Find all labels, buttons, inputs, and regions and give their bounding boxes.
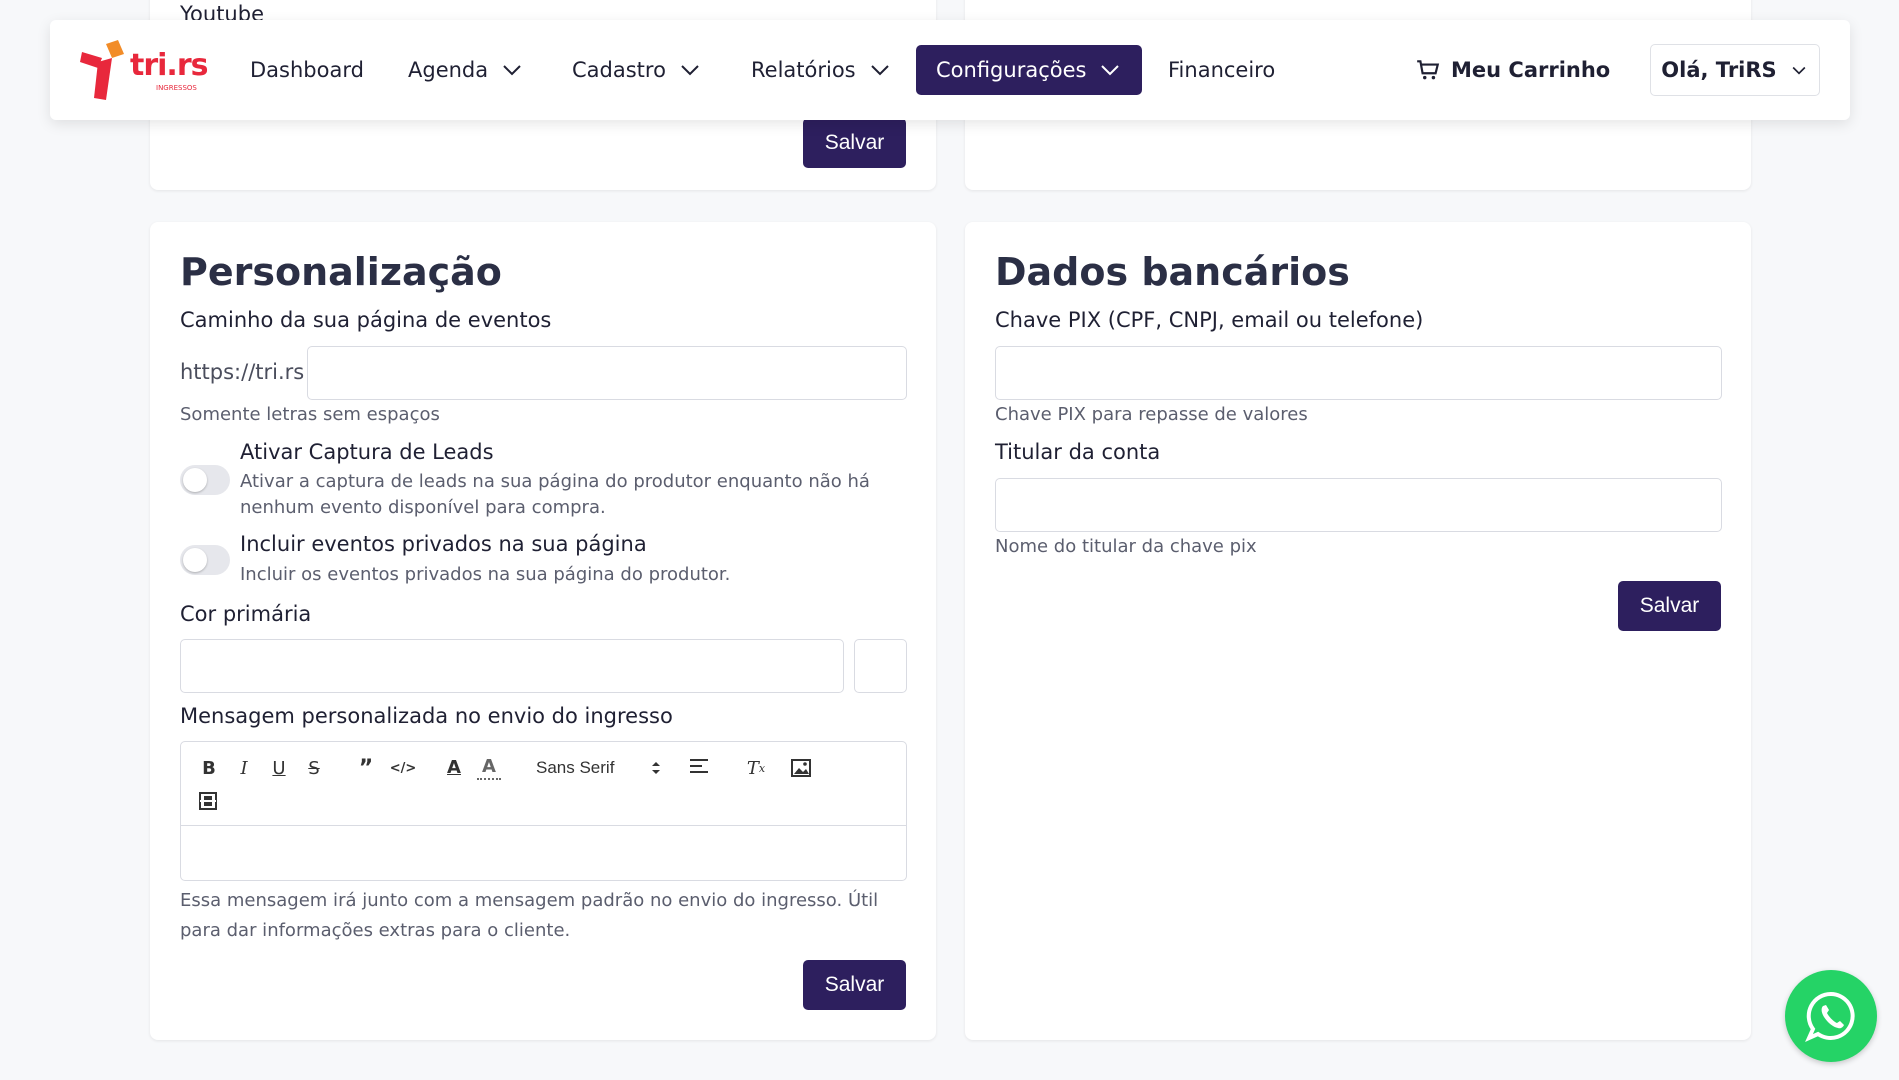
holder-input[interactable] xyxy=(995,478,1722,532)
path-input[interactable] xyxy=(307,346,907,400)
bold-icon[interactable]: B xyxy=(197,756,221,780)
holder-help: Nome do titular da chave pix xyxy=(995,536,1257,557)
pix-help: Chave PIX para repasse de valores xyxy=(995,404,1308,425)
nav-financeiro-label: Financeiro xyxy=(1168,58,1276,82)
whatsapp-icon xyxy=(1805,991,1855,1042)
brand-mark-icon xyxy=(80,40,124,100)
brand-logo[interactable]: tri.rs INGRESSOS xyxy=(78,40,208,100)
cart-link[interactable]: Meu Carrinho xyxy=(1415,45,1610,95)
message-editor: B I U S ” </> A A Sans Serif Tx xyxy=(180,741,907,881)
pix-input[interactable] xyxy=(995,346,1722,400)
nav-cadastro-label: Cadastro xyxy=(572,58,666,82)
font-select[interactable]: Sans Serif xyxy=(536,756,662,780)
nav-dashboard-label: Dashboard xyxy=(250,58,364,82)
leads-toggle[interactable] xyxy=(180,465,230,495)
editor-content[interactable] xyxy=(181,826,906,882)
holder-label: Titular da conta xyxy=(995,440,1161,464)
leads-title: Ativar Captura de Leads xyxy=(240,440,494,464)
pix-label: Chave PIX (CPF, CNPJ, email ou telefone) xyxy=(995,308,1424,332)
path-help: Somente letras sem espaços xyxy=(180,404,440,425)
personalizacao-card: Personalização Caminho da sua página de … xyxy=(150,222,936,1040)
nav-agenda-label: Agenda xyxy=(408,58,489,82)
message-help-line1: Essa mensagem irá junto com a mensagem p… xyxy=(180,890,879,911)
personalizacao-save-button[interactable]: Salvar xyxy=(803,960,906,1010)
leads-desc-line2: nenhum evento disponível para compra. xyxy=(240,497,606,518)
path-label: Caminho da sua página de eventos xyxy=(180,308,552,332)
whatsapp-button[interactable] xyxy=(1785,970,1877,1062)
private-events-toggle[interactable] xyxy=(180,545,230,575)
nav-financeiro[interactable]: Financeiro xyxy=(1168,45,1275,95)
italic-icon[interactable]: I xyxy=(232,756,256,780)
chevron-down-icon xyxy=(681,65,699,76)
dados-bancarios-card: Dados bancários Chave PIX (CPF, CNPJ, em… xyxy=(965,222,1751,1040)
blockquote-icon[interactable]: ” xyxy=(354,756,378,781)
chevron-down-icon xyxy=(503,65,521,76)
clear-format-icon[interactable]: Tx xyxy=(743,756,769,780)
font-color-icon[interactable]: A xyxy=(442,754,466,780)
video-icon[interactable] xyxy=(199,792,217,810)
color-swatch-picker[interactable] xyxy=(854,639,907,693)
top-save-button[interactable]: Salvar xyxy=(803,118,906,168)
personalizacao-title: Personalização xyxy=(180,250,502,294)
nav-agenda[interactable]: Agenda xyxy=(408,45,524,95)
bancarios-title: Dados bancários xyxy=(995,250,1350,294)
editor-toolbar: B I U S ” </> A A Sans Serif Tx xyxy=(181,742,906,826)
leads-desc-line1: Ativar a captura de leads na sua página … xyxy=(240,471,870,492)
nav-relatorios[interactable]: Relatórios xyxy=(751,45,892,95)
font-select-value: Sans Serif xyxy=(536,758,615,777)
image-icon[interactable] xyxy=(791,759,811,777)
brand-text: tri.rs xyxy=(130,48,208,83)
path-prefix: https://tri.rs xyxy=(180,360,305,384)
private-title: Incluir eventos privados na sua página xyxy=(240,532,647,556)
top-navbar: tri.rs INGRESSOS Dashboard Agenda Cadast… xyxy=(50,20,1850,120)
nav-cadastro[interactable]: Cadastro xyxy=(572,45,702,95)
user-menu[interactable]: Olá, TriRS xyxy=(1650,44,1820,96)
background-color-icon[interactable]: A xyxy=(477,754,501,780)
user-label: Olá, TriRS xyxy=(1661,58,1777,82)
strike-icon[interactable]: S xyxy=(302,756,326,780)
message-label: Mensagem personalizada no envio do ingre… xyxy=(180,704,673,728)
nav-relatorios-label: Relatórios xyxy=(751,58,856,82)
color-hex-input[interactable] xyxy=(180,639,844,693)
nav-dashboard[interactable]: Dashboard xyxy=(250,45,364,95)
color-label: Cor primária xyxy=(180,602,312,626)
brand-subtext: INGRESSOS xyxy=(156,84,197,92)
nav-configuracoes-label: Configurações xyxy=(936,58,1087,82)
bancarios-save-button[interactable]: Salvar xyxy=(1618,581,1721,631)
chevron-down-icon xyxy=(870,65,889,76)
chevron-down-icon xyxy=(1792,66,1806,75)
code-icon[interactable]: </> xyxy=(389,756,417,780)
cart-icon xyxy=(1417,60,1440,80)
chevron-down-icon xyxy=(1101,65,1120,76)
select-arrows-icon xyxy=(652,762,660,774)
private-desc: Incluir os eventos privados na sua págin… xyxy=(240,564,731,585)
message-help-line2: para dar informações extras para o clien… xyxy=(180,920,571,941)
align-icon[interactable] xyxy=(690,759,712,777)
underline-icon[interactable]: U xyxy=(267,756,291,780)
nav-configuracoes[interactable]: Configurações xyxy=(916,45,1143,95)
cart-label: Meu Carrinho xyxy=(1451,58,1611,82)
